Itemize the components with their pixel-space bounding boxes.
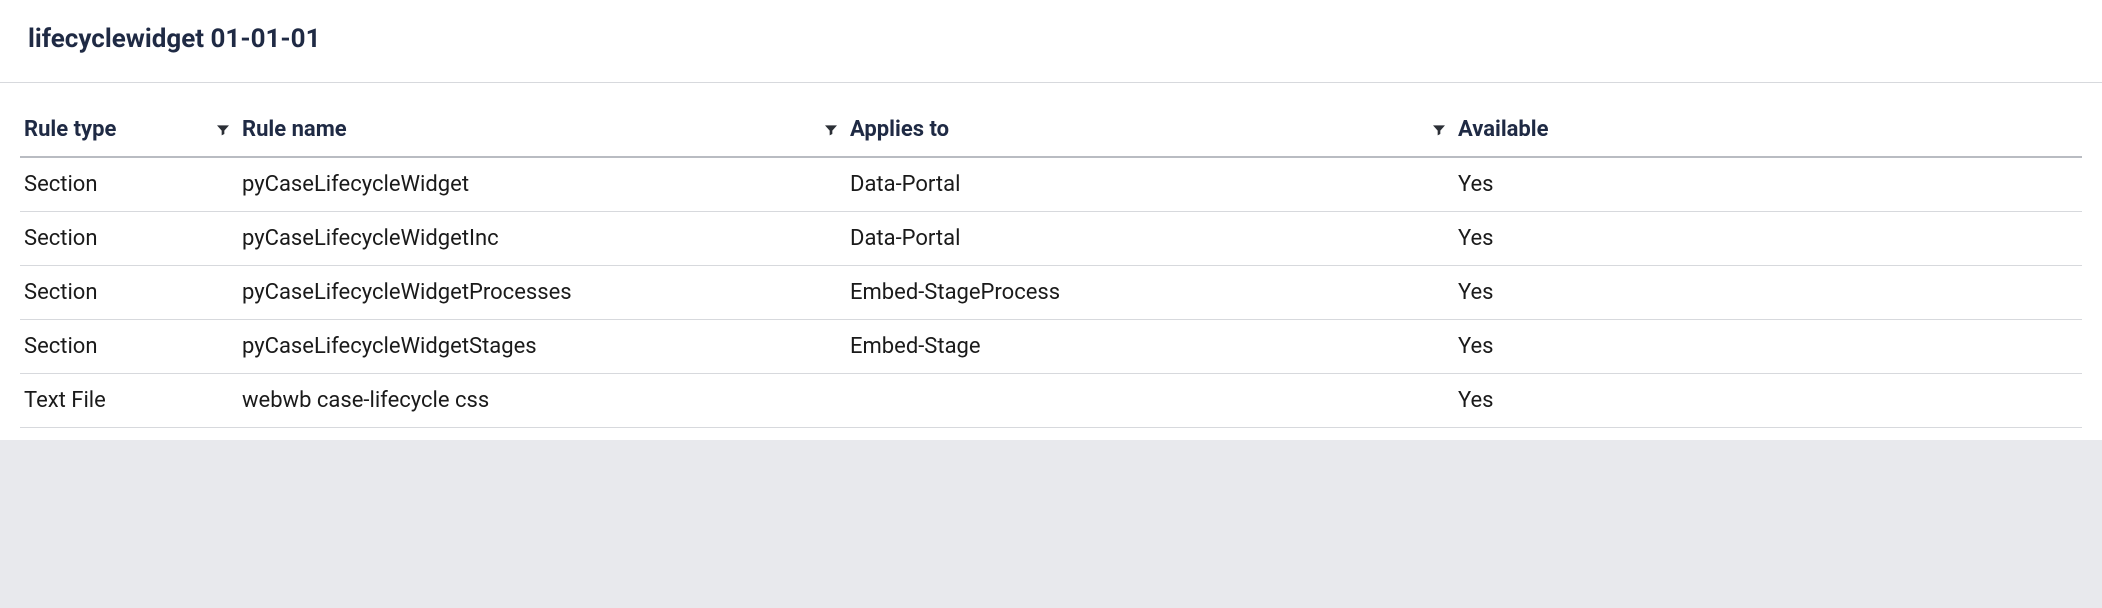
col-header-available[interactable]: Available — [1454, 107, 2082, 157]
main-panel: lifecyclewidget 01-01-01 Rule type — [0, 0, 2102, 440]
table-row[interactable]: SectionpyCaseLifecycleWidgetStagesEmbed-… — [20, 320, 2082, 374]
rules-table: Rule type Rule name — [20, 107, 2082, 428]
cell-applies-to — [846, 374, 1454, 428]
col-header-applies-to[interactable]: Applies to — [846, 107, 1454, 157]
cell-rule-name: pyCaseLifecycleWidgetStages — [238, 320, 846, 374]
cell-rule-type: Section — [20, 212, 238, 266]
cell-applies-to: Data-Portal — [846, 157, 1454, 212]
cell-applies-to: Embed-Stage — [846, 320, 1454, 374]
cell-rule-name: webwb case-lifecycle css — [238, 374, 846, 428]
col-header-label: Rule name — [242, 117, 347, 142]
filter-icon[interactable] — [212, 119, 234, 141]
table-header-row: Rule type Rule name — [20, 107, 2082, 157]
cell-rule-name: pyCaseLifecycleWidget — [238, 157, 846, 212]
cell-applies-to: Data-Portal — [846, 212, 1454, 266]
page-title: lifecyclewidget 01-01-01 — [28, 24, 2074, 54]
table-row[interactable]: Text Filewebwb case-lifecycle css Yes — [20, 374, 2082, 428]
cell-available: Yes — [1454, 374, 2082, 428]
cell-rule-type: Section — [20, 266, 238, 320]
cell-available: Yes — [1454, 157, 2082, 212]
cell-rule-name: pyCaseLifecycleWidgetProcesses — [238, 266, 846, 320]
panel-header: lifecyclewidget 01-01-01 — [0, 0, 2102, 83]
col-header-label: Applies to — [850, 117, 949, 142]
cell-rule-type: Section — [20, 320, 238, 374]
table-row[interactable]: SectionpyCaseLifecycleWidgetData-PortalY… — [20, 157, 2082, 212]
col-header-label: Available — [1458, 117, 1549, 142]
footer-band — [0, 440, 2102, 478]
cell-rule-name: pyCaseLifecycleWidgetInc — [238, 212, 846, 266]
col-header-rule-name[interactable]: Rule name — [238, 107, 846, 157]
col-header-rule-type[interactable]: Rule type — [20, 107, 238, 157]
rules-table-wrap: Rule type Rule name — [0, 83, 2102, 440]
filter-icon[interactable] — [820, 119, 842, 141]
table-row[interactable]: SectionpyCaseLifecycleWidgetIncData-Port… — [20, 212, 2082, 266]
cell-available: Yes — [1454, 320, 2082, 374]
cell-available: Yes — [1454, 212, 2082, 266]
cell-available: Yes — [1454, 266, 2082, 320]
cell-applies-to: Embed-StageProcess — [846, 266, 1454, 320]
cell-rule-type: Text File — [20, 374, 238, 428]
table-row[interactable]: SectionpyCaseLifecycleWidgetProcessesEmb… — [20, 266, 2082, 320]
cell-rule-type: Section — [20, 157, 238, 212]
col-header-label: Rule type — [24, 117, 116, 142]
filter-icon[interactable] — [1428, 119, 1450, 141]
